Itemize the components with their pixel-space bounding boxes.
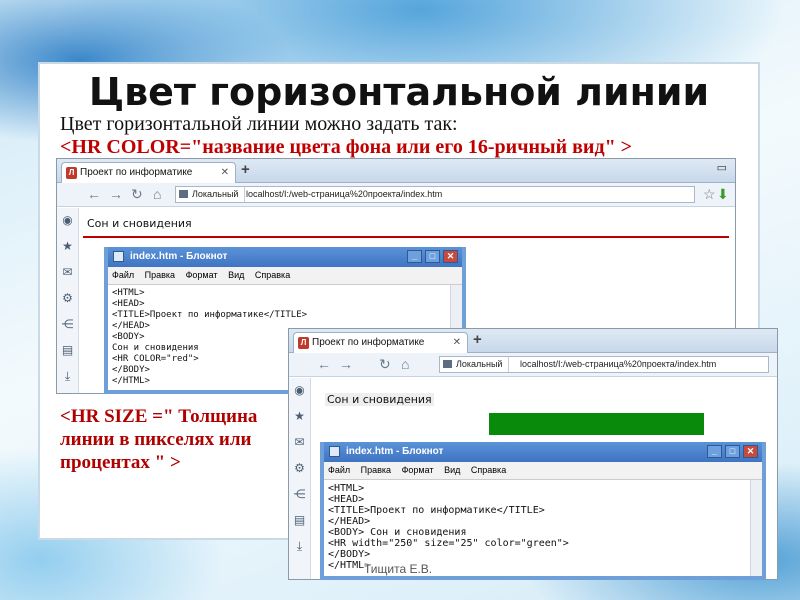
home-icon[interactable]: ⌂	[401, 356, 409, 372]
note-icon[interactable]: ▤	[289, 508, 310, 534]
reload-icon[interactable]: ↻	[379, 356, 391, 373]
browser-tab[interactable]: Л Проект по информатике ✕	[61, 162, 236, 183]
notepad-title-bar[interactable]: index.htm - Блокнот _ □ ✕	[324, 442, 762, 462]
browser-sidebar: ◉ ★ ✉ ⚙ ⋲ ▤ ⤓	[289, 378, 311, 579]
menu-edit[interactable]: Правка	[145, 270, 175, 280]
page-favicon-icon: Л	[66, 167, 77, 179]
back-arrow-icon[interactable]: ←	[317, 356, 331, 372]
star-icon[interactable]: ★	[57, 234, 78, 260]
menu-format[interactable]: Формат	[402, 465, 434, 475]
intro-text: Цвет горизонтальной линии можно задать т…	[60, 113, 458, 135]
scrollbar[interactable]	[750, 480, 762, 576]
minimize-button[interactable]: _	[707, 445, 722, 458]
browser-sidebar: ◉ ★ ✉ ⚙ ⋲ ▤ ⤓	[57, 208, 79, 393]
mail-icon[interactable]: ✉	[289, 430, 310, 456]
green-horizontal-line	[489, 413, 704, 435]
gear-icon[interactable]: ⚙	[57, 286, 78, 312]
author-credit: Тищита Е.В.	[364, 562, 433, 576]
address-bar[interactable]: Локальный localhost/I:/web-страница%20пр…	[175, 186, 695, 203]
notepad-window-2: index.htm - Блокнот _ □ ✕ Файл Правка Фо…	[320, 442, 766, 580]
download-icon[interactable]: ⤓	[57, 364, 78, 390]
notepad-title: index.htm - Блокнот	[346, 446, 444, 457]
close-button[interactable]: ✕	[743, 445, 758, 458]
forward-arrow-icon[interactable]: →	[339, 356, 353, 372]
download-icon[interactable]: ⤓	[289, 534, 310, 560]
nav-bar: ← → ↻ ⌂ Локальный localhost/I:/web-стран…	[57, 183, 735, 207]
url-text: localhost/I:/web-страница%20проекта/inde…	[246, 189, 443, 199]
maximize-button[interactable]: □	[425, 250, 440, 263]
notepad-title-bar[interactable]: index.htm - Блокнот _ □ ✕	[108, 247, 462, 267]
red-horizontal-line	[83, 236, 729, 238]
menu-file[interactable]: Файл	[328, 465, 350, 475]
local-label: Локальный	[176, 187, 246, 202]
slide-title: Цвет горизонтальной линии	[88, 70, 710, 114]
browser-tab[interactable]: Л Проект по информатике ✕	[293, 332, 468, 353]
notepad-menu: Файл Правка Формат Вид Справка	[108, 267, 462, 285]
maximize-button[interactable]: □	[725, 445, 740, 458]
local-label: Локальный	[440, 357, 510, 372]
home-icon[interactable]: ⌂	[153, 186, 161, 202]
menu-file[interactable]: Файл	[112, 270, 134, 280]
notepad-menu: Файл Правка Формат Вид Справка	[324, 462, 762, 480]
notepad-title: index.htm - Блокнот	[130, 251, 228, 262]
tab-title: Проект по информатике	[312, 337, 425, 348]
menu-help[interactable]: Справка	[471, 465, 506, 475]
page-favicon-icon: Л	[298, 337, 309, 349]
new-tab-button[interactable]: +	[241, 161, 250, 178]
share-icon[interactable]: ⋲	[57, 312, 78, 338]
share-icon[interactable]: ⋲	[289, 482, 310, 508]
menu-help[interactable]: Справка	[255, 270, 290, 280]
page-content-text: Сон и сновидения	[325, 393, 434, 406]
menu-edit[interactable]: Правка	[361, 465, 391, 475]
address-bar[interactable]: Локальный localhost/I:/web-страница%20пр…	[439, 356, 769, 373]
notepad-icon	[113, 251, 124, 262]
menu-format[interactable]: Формат	[186, 270, 218, 280]
tab-bar: Л Проект по информатике ✕ + ▭	[57, 159, 735, 183]
star-icon[interactable]: ☆	[703, 186, 716, 203]
hr-color-syntax: <HR COLOR="название цвета фона или его 1…	[60, 136, 633, 158]
note-icon[interactable]: ▤	[57, 338, 78, 364]
close-button[interactable]: ✕	[443, 250, 458, 263]
url-text: localhost/I:/web-страница%20проекта/inde…	[520, 359, 717, 369]
page-content-text: Сон и сновидения	[87, 217, 192, 230]
hr-size-syntax: <HR SIZE =" Толщина линии в пикселях или…	[60, 406, 258, 473]
globe-icon[interactable]: ◉	[289, 378, 310, 404]
nav-bar: ← → ↻ ⌂ Локальный localhost/I:/web-стран…	[289, 353, 777, 377]
gear-icon[interactable]: ⚙	[289, 456, 310, 482]
minimize-button[interactable]: _	[407, 250, 422, 263]
menu-view[interactable]: Вид	[444, 465, 460, 475]
window-control-icon[interactable]: ▭	[717, 161, 727, 174]
notepad-text-area[interactable]: <HTML> <HEAD> <TITLE>Проект по информати…	[324, 480, 762, 574]
close-tab-icon[interactable]: ✕	[221, 167, 229, 178]
download-icon[interactable]: ⬇	[717, 186, 729, 203]
menu-view[interactable]: Вид	[228, 270, 244, 280]
star-icon[interactable]: ★	[289, 404, 310, 430]
globe-icon[interactable]: ◉	[57, 208, 78, 234]
reload-icon[interactable]: ↻	[131, 186, 143, 203]
tab-title: Проект по информатике	[80, 167, 193, 178]
new-tab-button[interactable]: +	[473, 331, 482, 348]
mail-icon[interactable]: ✉	[57, 260, 78, 286]
notepad-icon	[329, 446, 340, 457]
back-arrow-icon[interactable]: ←	[87, 186, 101, 202]
forward-arrow-icon[interactable]: →	[109, 186, 123, 202]
tab-bar: Л Проект по информатике ✕ +	[289, 329, 777, 353]
close-tab-icon[interactable]: ✕	[453, 337, 461, 348]
